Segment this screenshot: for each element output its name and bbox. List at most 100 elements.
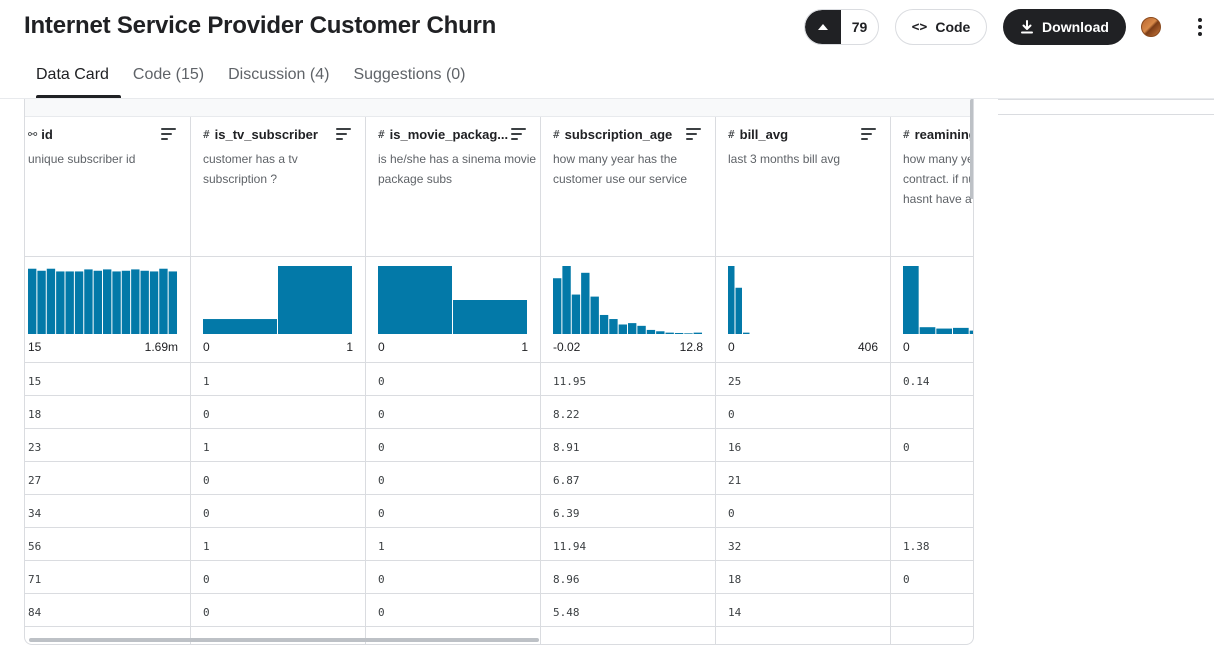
table-cell[interactable]: 34 bbox=[25, 495, 190, 528]
table-cell[interactable]: 21 bbox=[716, 462, 890, 495]
table-cell[interactable]: 1.38 bbox=[891, 528, 973, 561]
tab-code[interactable]: Code (15) bbox=[121, 62, 216, 98]
tab-data-card[interactable]: Data Card bbox=[24, 62, 121, 98]
column-4: # subscription_age how many year has the c… bbox=[541, 117, 716, 644]
table-cell[interactable]: 27 bbox=[25, 462, 190, 495]
table-cell[interactable]: 11.95 bbox=[541, 363, 715, 396]
column-header[interactable]: # is_movie_packag... is he/she has a sinem… bbox=[366, 117, 540, 255]
horizontal-scrollbar-track bbox=[29, 638, 969, 643]
table-cell[interactable]: 0 bbox=[191, 396, 365, 429]
column-header[interactable]: # is_tv_subscriber customer has a tv subsc… bbox=[191, 117, 365, 255]
column-histogram[interactable]: 15 1.69m bbox=[25, 256, 190, 363]
user-avatar[interactable] bbox=[1141, 17, 1161, 37]
table-cell[interactable]: 0 bbox=[716, 396, 890, 429]
histogram-bar bbox=[656, 331, 665, 334]
table-cell[interactable] bbox=[891, 462, 973, 495]
upvote-widget[interactable]: 79 bbox=[804, 9, 879, 45]
column-histogram[interactable]: -0.02 12.8 bbox=[541, 256, 715, 363]
sort-icon[interactable] bbox=[336, 128, 351, 140]
range-max: 12.8 bbox=[679, 340, 703, 354]
table-cell[interactable]: 1 bbox=[366, 528, 540, 561]
table-cell[interactable]: 0 bbox=[191, 462, 365, 495]
histogram-bar bbox=[553, 278, 562, 334]
table-cell[interactable]: 18 bbox=[25, 396, 190, 429]
table-cell[interactable]: 0 bbox=[366, 429, 540, 462]
upvote-button[interactable] bbox=[805, 10, 841, 44]
histogram-bar bbox=[562, 266, 571, 334]
table-cell[interactable]: 0 bbox=[366, 594, 540, 627]
table-cell[interactable]: 0 bbox=[366, 363, 540, 396]
column-header[interactable]: ⚯ id unique subscriber id bbox=[25, 117, 190, 255]
table-cell[interactable]: 71 bbox=[25, 561, 190, 594]
table-cell[interactable]: 0 bbox=[891, 429, 973, 462]
table-cell[interactable]: 14 bbox=[716, 594, 890, 627]
table-cell[interactable]: 0 bbox=[366, 495, 540, 528]
download-button[interactable]: Download bbox=[1003, 9, 1126, 45]
table-cell[interactable]: 1 bbox=[191, 429, 365, 462]
table-cell[interactable]: 8.96 bbox=[541, 561, 715, 594]
table-cell[interactable] bbox=[891, 495, 973, 528]
table-cell[interactable]: 0 bbox=[716, 495, 890, 528]
table-cell[interactable]: 16 bbox=[716, 429, 890, 462]
histogram-bar bbox=[674, 332, 684, 334]
histogram-bar bbox=[936, 328, 952, 334]
table-cell[interactable]: 0 bbox=[366, 396, 540, 429]
table-cell[interactable]: 0 bbox=[366, 462, 540, 495]
column-histogram[interactable]: 0 bbox=[891, 256, 973, 363]
histogram-bar bbox=[665, 332, 674, 334]
table-cell[interactable]: 0 bbox=[366, 561, 540, 594]
column-header[interactable]: # reamining_contracthow many year remaini… bbox=[891, 117, 973, 255]
range-max: 1 bbox=[521, 340, 528, 354]
table-cell[interactable]: 11.94 bbox=[541, 528, 715, 561]
sidebar-divider bbox=[998, 114, 1214, 115]
table-cell[interactable]: 84 bbox=[25, 594, 190, 627]
table-cell[interactable]: 0 bbox=[191, 495, 365, 528]
table-cell[interactable]: 0 bbox=[191, 561, 365, 594]
histogram-bar bbox=[581, 272, 590, 334]
column-6: # reamining_contracthow many year remaini… bbox=[891, 117, 973, 644]
table-cell[interactable]: 5.48 bbox=[541, 594, 715, 627]
column-histogram[interactable]: 0 406 bbox=[716, 256, 890, 363]
table-cell[interactable]: 0 bbox=[191, 594, 365, 627]
histogram-bar bbox=[735, 287, 742, 334]
vertical-scrollbar[interactable] bbox=[970, 99, 973, 199]
column-name-label: bill_avg bbox=[739, 126, 789, 142]
table-cell[interactable]: 8.91 bbox=[541, 429, 715, 462]
table-cell[interactable]: 1 bbox=[191, 528, 365, 561]
code-button[interactable]: <> Code bbox=[895, 9, 987, 45]
table-cell[interactable]: 1 bbox=[191, 363, 365, 396]
table-cell[interactable]: 0.14 bbox=[891, 363, 973, 396]
sort-icon[interactable] bbox=[861, 128, 876, 140]
table-cell[interactable]: 23 bbox=[25, 429, 190, 462]
histogram-range: 01 bbox=[378, 340, 528, 354]
table-cell[interactable]: 15 bbox=[25, 363, 190, 396]
column-histogram[interactable]: 01 bbox=[366, 256, 540, 363]
tab-suggestions[interactable]: Suggestions (0) bbox=[341, 62, 477, 98]
horizontal-scrollbar[interactable] bbox=[29, 638, 539, 642]
histogram-chart bbox=[903, 266, 973, 334]
table-cell[interactable]: 8.22 bbox=[541, 396, 715, 429]
table-cell[interactable]: 6.39 bbox=[541, 495, 715, 528]
histogram-bar bbox=[93, 270, 103, 334]
sort-icon[interactable] bbox=[161, 128, 176, 140]
histogram-bar bbox=[953, 327, 969, 334]
column-header[interactable]: # bill_avg last 3 months bill avg bbox=[716, 117, 890, 255]
histogram-bar bbox=[684, 333, 693, 334]
table-cell[interactable]: 6.87 bbox=[541, 462, 715, 495]
table-cell[interactable]: 56 bbox=[25, 528, 190, 561]
table-cell[interactable]: 18 bbox=[716, 561, 890, 594]
table-cell[interactable] bbox=[891, 396, 973, 429]
table-cell[interactable] bbox=[891, 594, 973, 627]
column-header[interactable]: # subscription_age how many year has the c… bbox=[541, 117, 715, 255]
table-cell[interactable]: 0 bbox=[891, 561, 973, 594]
more-options-icon[interactable] bbox=[1190, 17, 1210, 37]
table-cell[interactable]: 32 bbox=[716, 528, 890, 561]
histogram-bar bbox=[693, 332, 703, 334]
sort-icon[interactable] bbox=[686, 128, 701, 140]
sort-icon[interactable] bbox=[511, 128, 526, 140]
column-histogram[interactable]: 01 bbox=[191, 256, 365, 363]
column-name: # is_tv_subscriber bbox=[203, 125, 357, 143]
tab-discussion[interactable]: Discussion (4) bbox=[216, 62, 341, 98]
data-explorer-table: ⚯ id unique subscriber id 15 1.69m 15 18 23 27 34… bbox=[24, 99, 974, 645]
table-cell[interactable]: 25 bbox=[716, 363, 890, 396]
